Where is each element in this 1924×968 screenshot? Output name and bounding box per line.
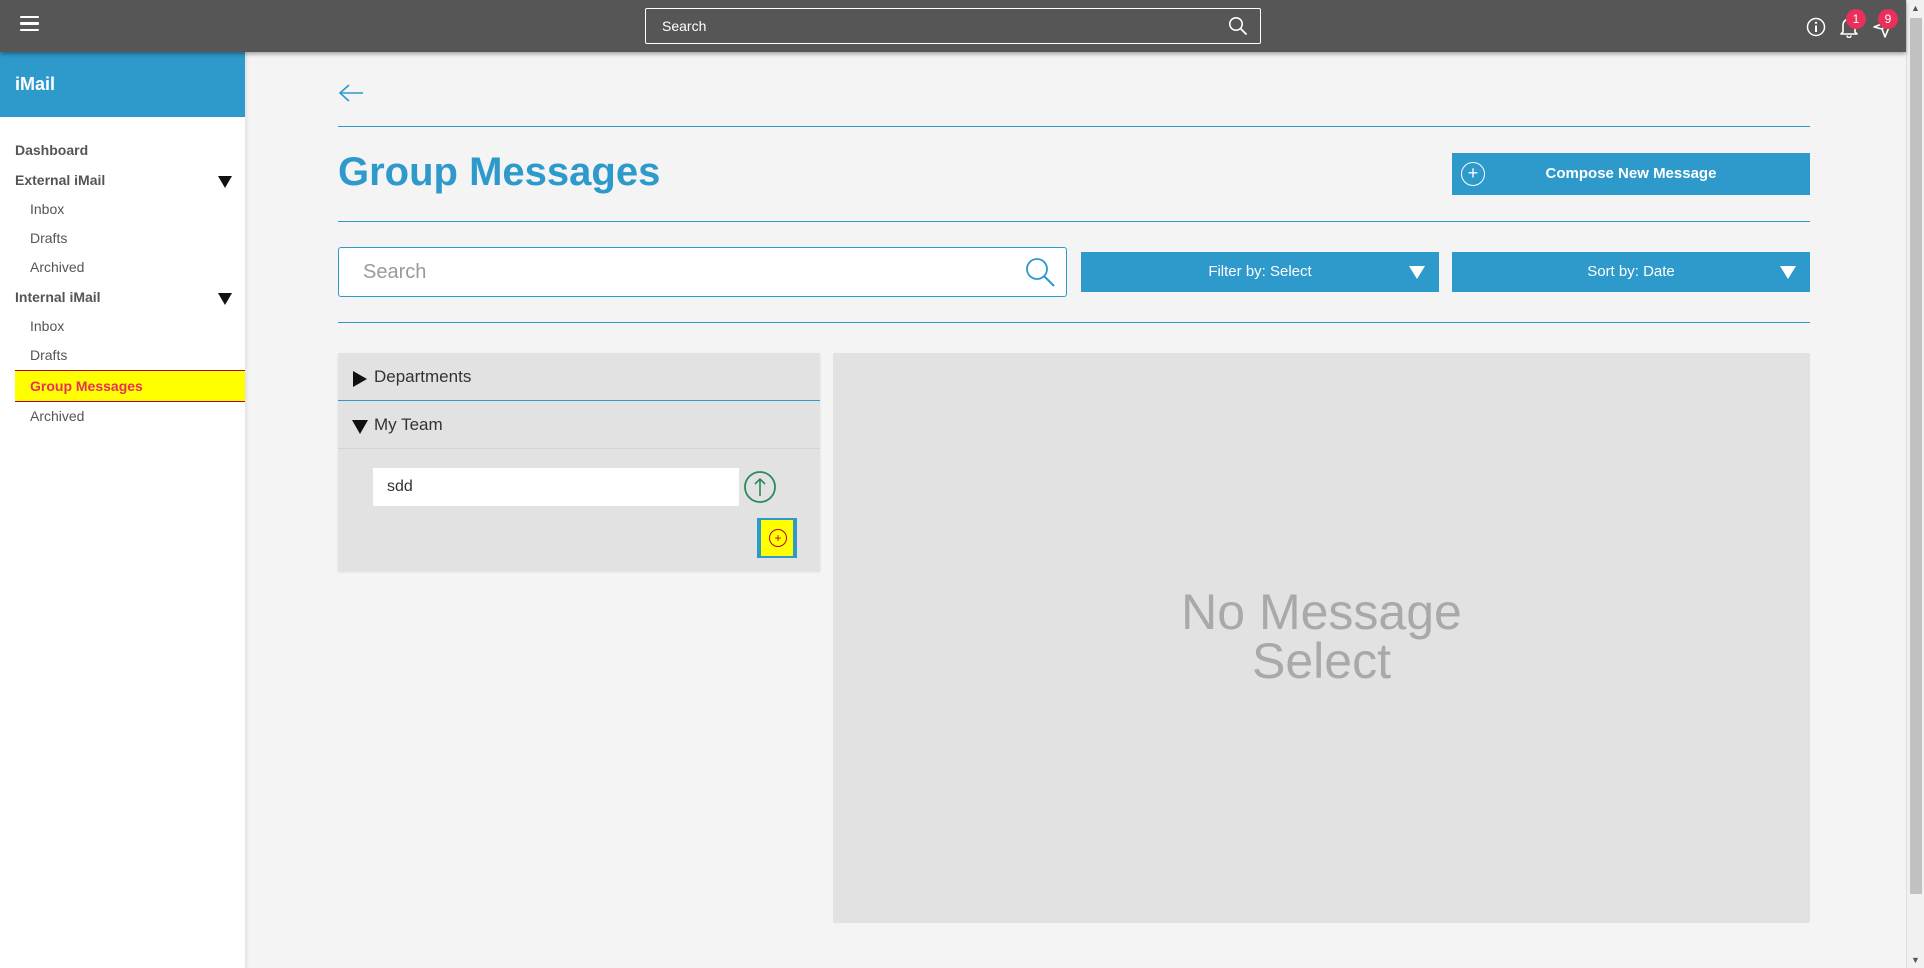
hamburger-menu-icon[interactable]	[20, 16, 39, 32]
expand-triangle-icon[interactable]	[353, 371, 367, 387]
plus-circle-icon: +	[1461, 162, 1485, 186]
divider	[338, 126, 1810, 127]
message-search-box	[338, 247, 1067, 297]
group-label: Departments	[374, 367, 472, 386]
scrollbar-thumb[interactable]	[1910, 18, 1922, 894]
sort-dropdown[interactable]: Sort by: Date	[1452, 252, 1810, 292]
message-preview-panel: No Message Select	[833, 353, 1810, 923]
divider	[338, 221, 1810, 222]
compose-button-label: Compose New Message	[1545, 165, 1717, 182]
sidebar-section-internal-imail[interactable]: Internal iMail	[0, 282, 245, 312]
sidebar-item-internal-inbox[interactable]: Inbox	[0, 312, 245, 341]
page-title: Group Messages	[338, 150, 661, 194]
sidebar-item-internal-archived[interactable]: Archived	[0, 402, 245, 431]
plus-circle-icon: +	[769, 529, 787, 547]
filter-dropdown[interactable]: Filter by: Select	[1081, 252, 1439, 292]
caret-down-icon[interactable]	[218, 293, 232, 305]
divider	[338, 322, 1810, 323]
sidebar-item-external-archived[interactable]: Archived	[0, 253, 245, 282]
collapse-triangle-icon[interactable]	[352, 420, 368, 434]
sidebar-section-label: Internal iMail	[15, 289, 101, 305]
sidebar-section-external-imail[interactable]: External iMail	[0, 165, 245, 195]
back-arrow-icon[interactable]	[338, 83, 364, 108]
sidebar-item-dashboard[interactable]: Dashboard	[0, 135, 245, 165]
sort-dropdown-label: Sort by: Date	[1587, 263, 1675, 280]
sidebar-item-external-inbox[interactable]: Inbox	[0, 195, 245, 224]
upload-circle-icon[interactable]	[743, 470, 777, 509]
sidebar-section-label: External iMail	[15, 172, 106, 188]
empty-state-text: No Message Select	[833, 584, 1810, 689]
compose-new-message-button[interactable]: + Compose New Message	[1452, 153, 1810, 195]
message-search-input[interactable]	[339, 248, 999, 296]
add-member-button[interactable]: +	[757, 518, 797, 558]
empty-state-line: No Message	[1181, 584, 1462, 640]
scroll-up-arrow-icon[interactable]: ▲	[1911, 3, 1920, 13]
sidebar-item-label: Dashboard	[15, 142, 89, 158]
sidebar-nav: Dashboard External iMail Inbox Drafts Ar…	[0, 117, 245, 431]
sidebar-item-internal-drafts[interactable]: Drafts	[0, 341, 245, 370]
vertical-scrollbar[interactable]: ▲ ▼	[1906, 0, 1924, 968]
notifications-count-badge: 1	[1846, 9, 1866, 29]
search-icon[interactable]	[1228, 16, 1248, 41]
global-search-input[interactable]	[646, 9, 1206, 43]
global-search-box	[645, 8, 1261, 44]
messages-count-badge: 9	[1878, 9, 1898, 29]
scroll-down-arrow-icon[interactable]: ▼	[1911, 955, 1920, 965]
search-icon[interactable]	[1024, 256, 1056, 293]
info-icon[interactable]	[1806, 17, 1826, 42]
empty-state-line: Select	[1252, 633, 1391, 689]
top-bar: 1 9	[0, 0, 1906, 52]
sidebar-item-external-drafts[interactable]: Drafts	[0, 224, 245, 253]
group-departments-row[interactable]: Departments	[338, 353, 820, 401]
group-label: My Team	[374, 415, 443, 434]
app-title: iMail	[0, 52, 245, 117]
sidebar-item-group-messages[interactable]: Group Messages	[15, 370, 245, 402]
caret-down-icon	[1780, 266, 1796, 279]
team-member-input[interactable]	[373, 468, 739, 506]
group-list-panel: Departments My Team +	[338, 353, 820, 571]
sidebar: iMail Dashboard External iMail Inbox Dra…	[0, 52, 245, 968]
group-my-team-row[interactable]: My Team	[338, 401, 820, 449]
filter-dropdown-label: Filter by: Select	[1208, 263, 1312, 280]
caret-down-icon	[1409, 266, 1425, 279]
caret-down-icon[interactable]	[218, 176, 232, 188]
